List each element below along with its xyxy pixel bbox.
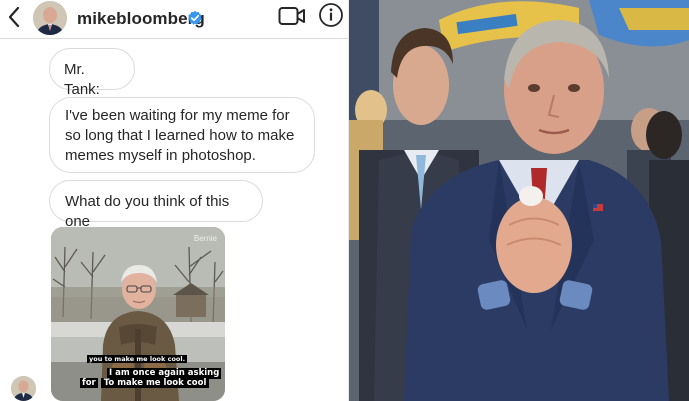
message-bubble: What do you think of this one (49, 180, 263, 230)
message-bubble: Mr. Tank: (49, 48, 135, 98)
meme-watermark: Bernie (193, 234, 217, 243)
chevron-left-icon (8, 6, 20, 28)
verified-badge-icon (187, 10, 203, 26)
message-text: Mr. Tank: (64, 61, 100, 98)
dm-header: mikebloomberg (0, 0, 349, 39)
meme-caption-for: for (80, 378, 98, 388)
video-call-icon (278, 7, 305, 25)
video-call-button[interactable] (278, 5, 306, 27)
direct-message-pane: mikebloomberg Mr. Tank: I've been waitin… (0, 0, 349, 401)
news-photo (349, 0, 689, 401)
back-button[interactable] (4, 4, 24, 30)
screenshot-collage: mikebloomberg Mr. Tank: I've been waitin… (0, 0, 689, 401)
message-bubble: I've been waiting for my meme for so lon… (49, 97, 315, 173)
meme-caption-overlay: To make me look cool (100, 378, 210, 388)
meme-image-message[interactable]: Bernie you to make me look cool. I am on… (51, 227, 225, 401)
message-text: What do you think of this one (65, 193, 230, 230)
sender-avatar[interactable] (11, 376, 36, 401)
photo-scene (349, 0, 689, 401)
profile-avatar[interactable] (33, 1, 67, 35)
username[interactable]: mikebloomberg (77, 9, 205, 29)
meme-caption-small: you to make me look cool. (87, 355, 188, 363)
meme-caption-line2: for To make me look cool (80, 378, 210, 389)
info-button[interactable] (318, 2, 344, 28)
info-icon (319, 3, 343, 27)
message-text: I've been waiting for my meme for so lon… (65, 107, 295, 164)
